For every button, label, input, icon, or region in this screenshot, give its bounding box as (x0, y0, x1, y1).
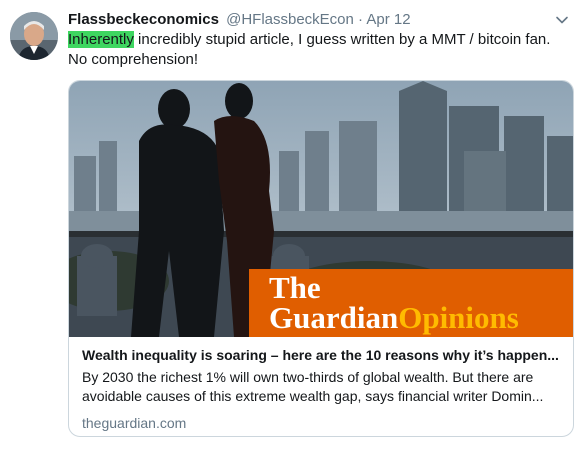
card-image[interactable]: The GuardianOpinions (69, 81, 573, 337)
tweet-text: Inherently incredibly stupid article, I … (68, 30, 568, 70)
timestamp[interactable]: Apr 12 (366, 11, 410, 28)
highlighted-word: Inherently (68, 31, 134, 48)
tweet-header: Flassbeckeconomics @HFlassbeckEcon · Apr… (68, 10, 411, 30)
chevron-down-icon[interactable] (555, 13, 569, 27)
separator: · (358, 11, 364, 28)
avatar[interactable] (10, 12, 58, 60)
brand-opinions: Opinions (398, 300, 519, 335)
card-description: By 2030 the richest 1% will own two-thir… (82, 368, 564, 406)
card-title[interactable]: Wealth inequality is soaring – here are … (82, 346, 564, 365)
link-card[interactable]: The GuardianOpinions Wealth inequality i… (68, 80, 574, 437)
guardian-logo: The GuardianOpinions (269, 270, 519, 335)
guardian-opinions-banner: The GuardianOpinions (249, 269, 573, 337)
avatar-photo (10, 12, 58, 60)
tweet-text-line-1: Inherently incredibly stupid article, I … (68, 30, 568, 50)
card-description-line-2: avoidable causes of this extreme wealth … (82, 388, 544, 404)
user-handle[interactable]: @HFlassbeckEcon (226, 11, 354, 28)
brand-guardian: Guardian (269, 300, 399, 335)
card-domain[interactable]: theguardian.com (82, 414, 564, 432)
tweet[interactable]: Flassbeckeconomics @HFlassbeckEcon · Apr… (0, 0, 586, 452)
card-body[interactable]: Wealth inequality is soaring – here are … (82, 346, 564, 432)
brand-the: The (269, 270, 321, 305)
display-name[interactable]: Flassbeckeconomics (68, 11, 219, 28)
tweet-text-line-2: No comprehension! (68, 51, 199, 68)
tweet-text-line-1-rest: incredibly stupid article, I guess writt… (133, 31, 551, 48)
card-description-line-1: By 2030 the richest 1% will own two-thir… (82, 369, 534, 385)
